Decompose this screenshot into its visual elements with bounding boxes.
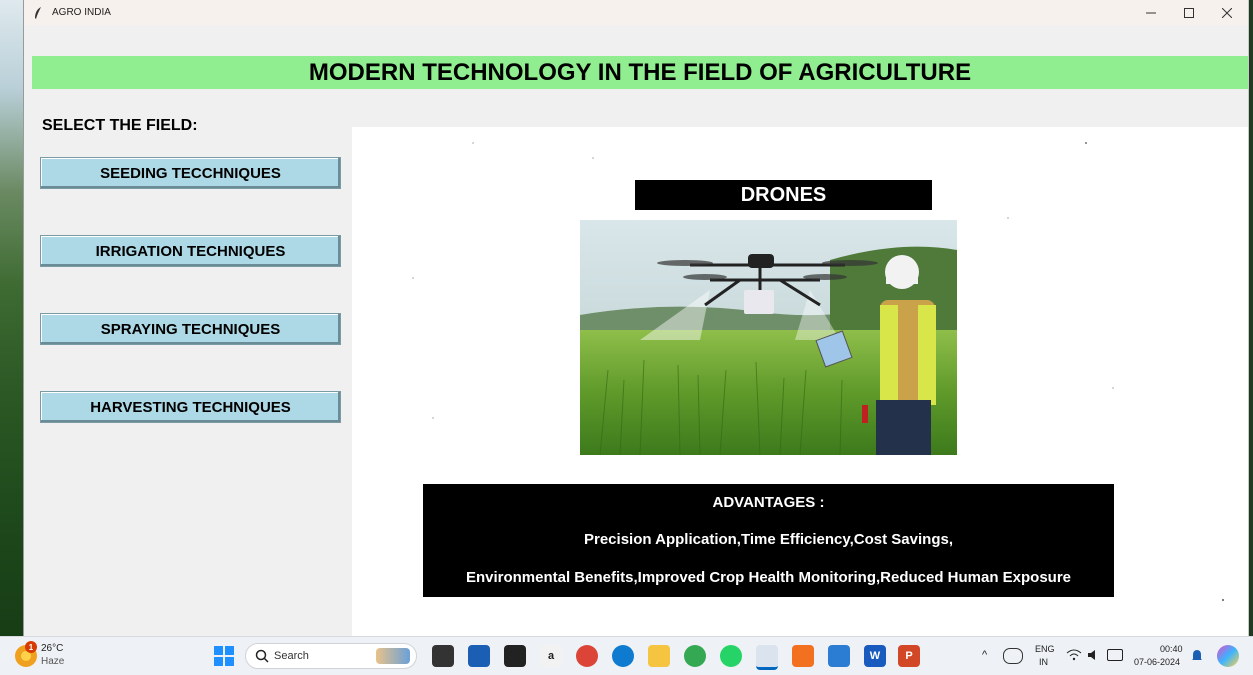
notification-bell-icon[interactable] — [1190, 649, 1204, 663]
search-icon — [255, 649, 269, 663]
minimize-icon — [1146, 12, 1156, 13]
irrigation-techniques-button[interactable]: IRRIGATION TECHNIQUES — [40, 235, 341, 267]
background-speck — [592, 157, 594, 159]
copilot-icon[interactable] — [1217, 645, 1239, 667]
close-icon — [1222, 7, 1232, 18]
background-speck — [1222, 599, 1224, 601]
harvesting-techniques-button[interactable]: HARVESTING TECHNIQUES — [40, 391, 341, 423]
python-app-icon[interactable] — [756, 645, 778, 670]
advantages-line-1: Precision Application,Time Efficiency,Co… — [584, 531, 953, 548]
background-speck — [412, 277, 414, 279]
powerpoint-icon[interactable]: P — [898, 645, 920, 667]
advantages-line-2: Environmental Benefits,Improved Crop Hea… — [465, 569, 1072, 586]
search-highlight-icon — [376, 648, 410, 664]
windows-logo-icon — [214, 646, 234, 666]
weather-badge: 1 — [25, 641, 37, 653]
background-speck — [1007, 217, 1009, 219]
taskbar: 1 26°C Haze Search a W P ^ ENG IN 00:40 … — [0, 636, 1253, 675]
title-bar: AGRO INDIA — [24, 0, 1248, 25]
page-banner: MODERN TECHNOLOGY IN THE FIELD OF AGRICU… — [32, 56, 1248, 89]
search-label: Search — [274, 650, 309, 662]
edge-icon[interactable] — [612, 645, 634, 667]
clock-time[interactable]: 00:40 — [1160, 644, 1183, 654]
photos-icon[interactable] — [828, 645, 850, 667]
task-view-icon[interactable] — [432, 645, 454, 667]
spraying-techniques-button[interactable]: SPRAYING TECHNIQUES — [40, 313, 341, 345]
close-button[interactable] — [1208, 0, 1246, 25]
chrome-profile-icon[interactable] — [684, 645, 706, 667]
feather-icon — [31, 6, 45, 20]
window-title: AGRO INDIA — [52, 7, 111, 18]
start-button[interactable] — [213, 645, 235, 667]
store-icon[interactable] — [468, 645, 490, 667]
app-window: AGRO INDIA MODERN TECHNOLOGY IN THE FIEL… — [23, 0, 1249, 636]
taskbar-search[interactable]: Search — [245, 643, 417, 669]
language-label[interactable]: ENG — [1035, 644, 1055, 654]
show-hidden-icons-chevron-icon[interactable]: ^ — [982, 649, 987, 661]
drones-heading: DRONES — [635, 180, 932, 210]
wifi-icon[interactable] — [1066, 648, 1082, 662]
minimize-button[interactable] — [1132, 0, 1170, 25]
word-icon[interactable]: W — [864, 645, 886, 667]
maximize-icon — [1184, 7, 1194, 18]
seeding-techniques-button[interactable]: SEEDING TECCHNIQUES — [40, 157, 341, 189]
volume-icon[interactable] — [1087, 648, 1103, 662]
weather-temperature: 26°C — [41, 643, 64, 654]
advantages-box: ADVANTAGES : Precision Application,Time … — [423, 484, 1114, 597]
onedrive-icon[interactable] — [1003, 648, 1023, 664]
maximize-button[interactable] — [1170, 0, 1208, 25]
background-speck — [432, 417, 434, 419]
region-label[interactable]: IN — [1039, 657, 1048, 667]
background-speck — [472, 142, 474, 144]
weather-description: Haze — [41, 656, 65, 667]
drone-photo — [580, 220, 957, 455]
background-speck — [1112, 387, 1114, 389]
clock-date[interactable]: 07-06-2024 — [1134, 657, 1180, 667]
xampp-icon[interactable] — [792, 645, 814, 667]
select-field-label: SELECT THE FIELD: — [42, 117, 198, 134]
battery-icon[interactable] — [1107, 649, 1123, 661]
file-explorer-icon[interactable] — [648, 645, 670, 667]
whatsapp-icon[interactable] — [720, 645, 742, 667]
background-speck — [1085, 142, 1087, 144]
content-panel: DRONES ADVANTAGES: Precision Applicatio… — [352, 127, 1248, 636]
amazon-icon[interactable]: a — [540, 645, 562, 667]
advantages-title: ADVANTAGES : — [712, 494, 825, 511]
chrome-icon[interactable] — [576, 645, 598, 667]
dropbox-icon[interactable] — [504, 645, 526, 667]
